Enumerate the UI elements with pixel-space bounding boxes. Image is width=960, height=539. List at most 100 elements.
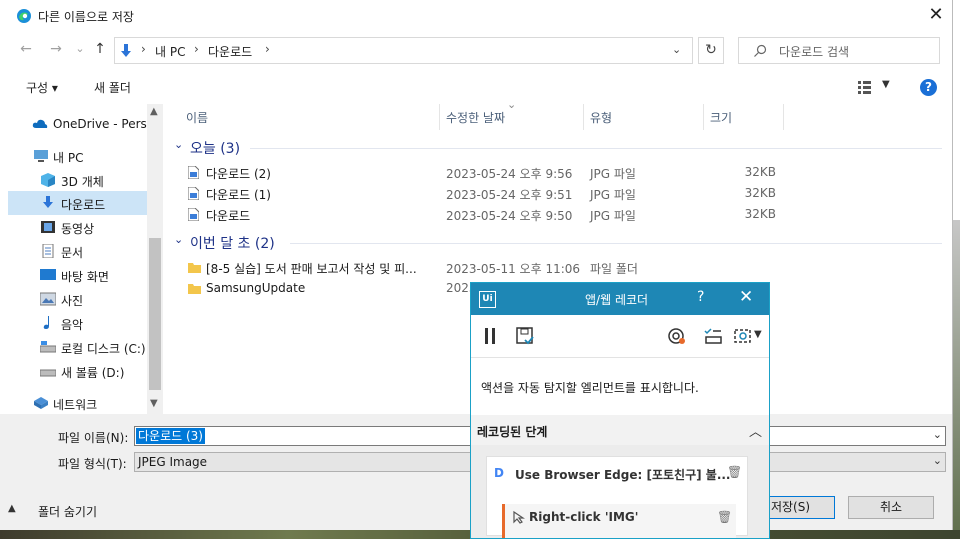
breadcrumb-separator-icon[interactable]: › <box>265 42 270 56</box>
pause-icon[interactable] <box>483 327 497 345</box>
filename-dropdown-icon[interactable]: ⌄ <box>933 428 942 441</box>
close-button[interactable]: ✕ <box>924 4 948 26</box>
breadcrumb-downloads[interactable]: 다운로드 <box>208 43 252 60</box>
recorder-close-button[interactable]: ✕ <box>739 287 753 307</box>
file-date: 2023-05-24 오후 9:50 <box>446 209 573 223</box>
file-size: 32KB <box>744 165 776 179</box>
pc-icon <box>34 150 48 162</box>
sidebar-item-local-disk-c[interactable]: 로컬 디스크 (C:) <box>8 335 148 359</box>
address-bar[interactable]: › 내 PC › 다운로드 › ⌄ <box>114 37 693 64</box>
breadcrumb-separator-icon[interactable]: › <box>194 42 199 56</box>
sidebar-item-label: 3D 개체 <box>61 175 104 189</box>
folder-row[interactable]: [8-5 실습] 도서 판매 보고서 작성 및 피... 2023-05-11 … <box>164 257 952 278</box>
sidebar-item-label: 다운로드 <box>61 198 106 212</box>
chevron-up-icon[interactable]: ▲ <box>8 503 16 514</box>
column-divider[interactable] <box>783 104 784 130</box>
hide-folders-button[interactable]: 폴더 숨기기 <box>38 503 97 520</box>
sidebar-item-music[interactable]: 음악 <box>8 311 148 335</box>
breadcrumb-separator-icon[interactable]: › <box>141 42 146 56</box>
sidebar-item-network[interactable]: 네트워크 <box>8 391 148 414</box>
file-name: SamsungUpdate <box>206 281 306 295</box>
sidebar-item-documents[interactable]: 문서 <box>8 239 148 263</box>
up-button[interactable]: ↑ <box>90 38 110 60</box>
address-dropdown-icon[interactable]: ⌄ <box>672 43 681 56</box>
music-icon <box>43 316 49 329</box>
click-step-icon <box>513 510 525 524</box>
save-recording-icon[interactable] <box>515 326 535 346</box>
cancel-button[interactable]: 취소 <box>848 496 934 519</box>
file-row[interactable]: 다운로드 (2) 2023-05-24 오후 9:56 JPG 파일 32KB <box>164 162 952 183</box>
sidebar-scrollbar[interactable]: ▲ ▼ <box>147 104 163 414</box>
file-type: JPG 파일 <box>590 209 636 223</box>
column-size[interactable]: 크기 <box>710 109 732 126</box>
sidebar-item-label: 내 PC <box>53 151 84 165</box>
filename-value[interactable]: 다운로드 (3) <box>136 428 205 444</box>
capture-options-dropdown-icon[interactable]: ▼ <box>754 329 762 340</box>
search-icon <box>754 44 767 57</box>
recorded-steps-header[interactable]: 레코딩된 단계 ︿ <box>471 415 769 445</box>
sidebar-item-desktop[interactable]: 바탕 화면 <box>8 263 148 287</box>
sidebar-item-pictures[interactable]: 사진 <box>8 287 148 311</box>
forward-button[interactable]: → <box>46 38 66 60</box>
image-file-icon <box>188 208 199 221</box>
navigation-pane: OneDrive - Person 내 PC 3D 개체 다운로드 동영상 문서… <box>8 104 148 414</box>
column-name[interactable]: 이름 <box>186 109 208 126</box>
filetype-dropdown-icon[interactable]: ⌄ <box>933 454 942 467</box>
view-options-icon[interactable] <box>858 81 876 94</box>
column-divider[interactable] <box>703 104 704 130</box>
cloud-icon <box>32 119 48 128</box>
scrollbar-thumb[interactable] <box>149 238 161 390</box>
view-dropdown-icon[interactable]: ▼ <box>882 79 890 90</box>
sidebar-item-downloads[interactable]: 다운로드 <box>8 191 148 215</box>
delete-step-icon[interactable]: 🗑 <box>727 465 742 479</box>
scroll-up-icon[interactable]: ▲ <box>150 106 158 117</box>
sidebar-item-this-pc[interactable]: 내 PC <box>8 144 148 168</box>
file-row[interactable]: 다운로드 (1) 2023-05-24 오후 9:51 JPG 파일 32KB <box>164 183 952 204</box>
back-button[interactable]: ← <box>16 38 36 60</box>
group-divider <box>290 243 942 244</box>
scroll-down-icon[interactable]: ▼ <box>150 398 158 409</box>
target-element-icon[interactable] <box>667 326 687 346</box>
column-type[interactable]: 유형 <box>590 109 612 126</box>
sidebar-item-3d-objects[interactable]: 3D 개체 <box>8 168 148 192</box>
recorded-step-right-click[interactable]: Right-click 'IMG' 🗑 <box>502 504 736 538</box>
recorder-title: 앱/웹 레코더 <box>585 293 649 307</box>
file-date: 2023-05-11 오후 11:06 <box>446 262 581 276</box>
sidebar-item-volume-d[interactable]: 새 볼륨 (D:) <box>8 359 148 383</box>
column-divider[interactable] <box>439 104 440 130</box>
file-size: 32KB <box>744 207 776 221</box>
recorded-actions-icon[interactable] <box>703 326 723 346</box>
download-icon <box>43 196 53 208</box>
sidebar-item-videos[interactable]: 동영상 <box>8 215 148 239</box>
drive-icon <box>40 341 56 353</box>
edge-browser-icon <box>17 9 31 23</box>
delete-step-icon[interactable]: 🗑 <box>717 510 732 524</box>
screen-capture-icon[interactable] <box>733 326 753 346</box>
sidebar-item-onedrive[interactable]: OneDrive - Person <box>8 112 148 136</box>
collapse-chevron-icon[interactable]: ︿ <box>749 421 762 440</box>
new-folder-button[interactable]: 새 폴더 <box>94 79 131 96</box>
sidebar-item-label: 네트워크 <box>53 398 98 412</box>
sidebar-item-label: 문서 <box>61 246 84 260</box>
help-button[interactable]: ? <box>920 79 937 96</box>
sidebar-item-label: 음악 <box>61 318 84 332</box>
organize-menu[interactable]: 구성 ▾ <box>26 79 58 96</box>
desktop-icon <box>40 269 56 280</box>
column-modified[interactable]: 수정한 날짜 <box>446 109 505 126</box>
file-name: [8-5 실습] 도서 판매 보고서 작성 및 피... <box>206 262 417 276</box>
collapse-chevron-icon[interactable]: ⌄ <box>174 233 183 246</box>
refresh-button[interactable]: ↻ <box>698 37 724 64</box>
uipath-logo-icon: Ui <box>479 291 496 308</box>
recent-locations-button[interactable]: ⌄ <box>70 38 90 60</box>
breadcrumb-pc[interactable]: 내 PC <box>155 43 185 60</box>
file-row[interactable]: 다운로드 2023-05-24 오후 9:50 JPG 파일 32KB <box>164 204 952 225</box>
file-date: 2023-05-24 오후 9:56 <box>446 167 573 181</box>
search-box[interactable]: 다운로드 검색 <box>738 37 940 64</box>
collapse-chevron-icon[interactable]: ⌄ <box>174 138 183 151</box>
sidebar-item-label: 동영상 <box>61 222 95 236</box>
recorder-help-button[interactable]: ? <box>697 289 704 305</box>
filetype-label: 파일 형식(T): <box>58 457 127 471</box>
sidebar-item-label: 바탕 화면 <box>61 270 109 284</box>
column-divider[interactable] <box>583 104 584 130</box>
recorder-toolbar: ▼ <box>471 315 769 358</box>
